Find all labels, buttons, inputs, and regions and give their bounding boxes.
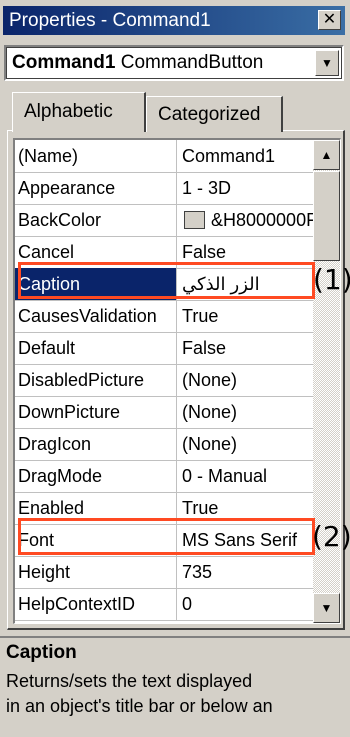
property-row-downpicture[interactable]: DownPicture (None) — [15, 396, 313, 429]
property-name: DragMode — [15, 460, 177, 492]
property-name: Default — [15, 332, 177, 364]
description-title: Caption — [6, 642, 77, 663]
arrow-down-icon: ▼ — [320, 601, 333, 615]
object-type: CommandButton — [120, 52, 264, 73]
property-row-helpcontextid[interactable]: HelpContextID 0 — [15, 588, 313, 621]
property-name: CausesValidation — [15, 300, 177, 332]
annotation-box-font — [18, 518, 315, 555]
close-button[interactable]: ✕ — [318, 10, 341, 30]
property-row-dragmode[interactable]: DragMode 0 - Manual — [15, 460, 313, 493]
tab-alphabetic-label: Alphabetic — [24, 101, 113, 122]
property-value[interactable]: (None) — [178, 428, 313, 460]
property-value[interactable]: 0 - Manual — [178, 460, 313, 492]
title-bar[interactable]: Properties - Command1 ✕ — [3, 6, 345, 35]
property-row-dragicon[interactable]: DragIcon (None) — [15, 428, 313, 461]
annotation-label-2: (2) — [312, 520, 350, 553]
property-value[interactable]: &H8000000F& — [178, 204, 313, 236]
property-row-disabledpicture[interactable]: DisabledPicture (None) — [15, 364, 313, 397]
property-row-name[interactable]: (Name) Command1 — [15, 140, 313, 173]
property-name: DisabledPicture — [15, 364, 177, 396]
property-name: BackColor — [15, 204, 177, 236]
property-row-appearance[interactable]: Appearance 1 - 3D — [15, 172, 313, 205]
property-row-backcolor[interactable]: BackColor &H8000000F& — [15, 204, 313, 237]
property-name: DownPicture — [15, 396, 177, 428]
properties-window: Properties - Command1 ✕ Command1 Command… — [0, 0, 350, 737]
tab-categorized-label: Categorized — [158, 104, 261, 125]
annotation-label-1: (1) — [313, 263, 350, 296]
property-value[interactable]: True — [178, 300, 313, 332]
scroll-down-button[interactable]: ▼ — [313, 593, 340, 623]
tab-categorized[interactable]: Categorized — [146, 96, 283, 132]
scroll-up-button[interactable]: ▲ — [313, 140, 340, 170]
property-value[interactable]: (None) — [178, 364, 313, 396]
object-name: Command1 — [12, 52, 116, 73]
property-value[interactable]: (None) — [178, 396, 313, 428]
tab-alphabetic[interactable]: Alphabetic — [12, 92, 146, 132]
description-panel: Caption Returns/sets the text displayed … — [0, 636, 350, 737]
property-row-height[interactable]: Height 735 — [15, 556, 313, 589]
property-name: HelpContextID — [15, 588, 177, 620]
property-name: (Name) — [15, 140, 177, 172]
property-name: Height — [15, 556, 177, 588]
annotation-box-caption — [18, 262, 315, 299]
property-name: DragIcon — [15, 428, 177, 460]
description-text: Returns/sets the text displayed in an ob… — [6, 671, 273, 716]
object-dropdown-button[interactable]: ▼ — [315, 50, 339, 76]
arrow-up-icon: ▲ — [320, 148, 333, 162]
property-value[interactable]: Command1 — [178, 140, 313, 172]
object-selector[interactable]: Command1 CommandButton ▼ — [4, 45, 344, 81]
property-value[interactable]: 1 - 3D — [178, 172, 313, 204]
property-value[interactable]: 0 — [178, 588, 313, 620]
property-value[interactable]: 735 — [178, 556, 313, 588]
scroll-thumb[interactable] — [313, 171, 340, 261]
property-row-causesvalidation[interactable]: CausesValidation True — [15, 300, 313, 333]
close-icon: ✕ — [322, 11, 337, 28]
property-row-default[interactable]: Default False — [15, 332, 313, 365]
color-swatch — [184, 211, 205, 229]
property-value[interactable]: False — [178, 332, 313, 364]
property-name: Appearance — [15, 172, 177, 204]
backcolor-value: &H8000000F& — [211, 210, 313, 230]
window-title: Properties - Command1 — [9, 10, 211, 31]
chevron-down-icon: ▼ — [321, 56, 333, 70]
